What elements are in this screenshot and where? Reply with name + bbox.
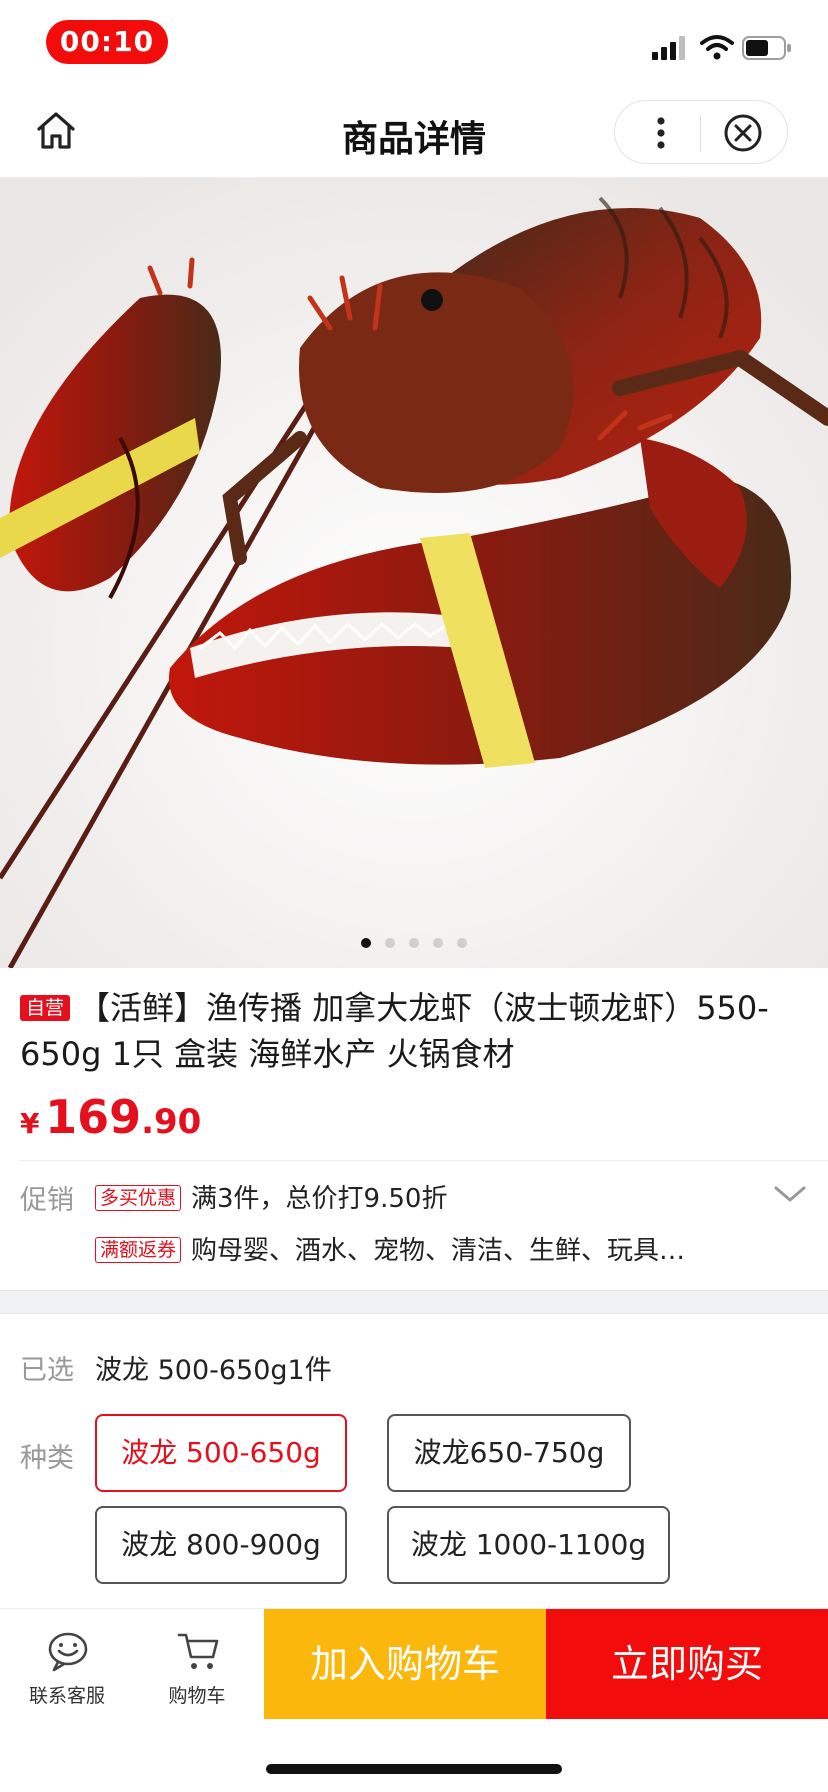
promotion-tag: 满额返券 [95,1237,182,1263]
section-gap [0,1290,828,1314]
promotion-row[interactable]: 满额返券 购母婴、酒水、宠物、清洁、生鲜、玩具… [95,1230,685,1267]
wifi-icon [700,35,734,60]
signal-icon [652,36,685,60]
product-title-block: 自营 【活鲜】渔传播 加拿大龙虾（波士顿龙虾）550-650g 1只 盒装 海鲜水… [20,985,810,1077]
status-time: 00:10 [46,20,168,64]
option-bolong-800-900[interactable]: 波龙 800-900g [95,1506,347,1584]
option-bolong-650-750[interactable]: 波龙650-750g [387,1414,631,1492]
promotion-text: 购母婴、酒水、宠物、清洁、生鲜、玩具… [191,1236,686,1266]
price-integer: 169 [45,1090,142,1144]
cart-icon [177,1633,219,1669]
pager-dot[interactable] [361,938,371,948]
product-title-text: 【活鲜】渔传播 加拿大龙虾（波士顿龙虾）550-650g 1只 盒装 海鲜水产 … [20,989,769,1073]
divider [20,1160,828,1161]
bottom-action-bar: 联系客服 购物车 加入购物车 立即购买 [0,1608,828,1719]
capsule-divider [700,115,701,151]
pager-dot[interactable] [409,938,419,948]
battery-icon [742,36,791,60]
option-bolong-1000-1100[interactable]: 波龙 1000-1100g [387,1506,670,1584]
lobster-photo [0,178,828,968]
chevron-down-icon[interactable] [772,1182,808,1206]
selected-value[interactable]: 波龙 500-650g1件 [95,1348,332,1387]
mini-program-capsule [614,100,788,164]
customer-service-icon [48,1632,88,1672]
home-indicator [266,1764,562,1774]
promotion-text: 满3件，总价打9.50折 [191,1184,448,1214]
pager-dot[interactable] [385,938,395,948]
gallery-pager[interactable] [0,938,828,952]
self-operated-badge: 自营 [20,995,71,1021]
product-image[interactable] [0,178,828,968]
option-bolong-500-650[interactable]: 波龙 500-650g [95,1414,347,1492]
product-price: ¥ 169.90 [20,1090,201,1144]
add-to-cart-button[interactable]: 加入购物车 [264,1609,546,1719]
cart-button[interactable]: 购物车 [132,1609,262,1719]
pager-dot[interactable] [433,938,443,948]
product-title: 自营 【活鲜】渔传播 加拿大龙虾（波士顿龙虾）550-650g 1只 盒装 海鲜水… [20,985,810,1077]
selected-label: 已选 [20,1355,74,1386]
type-label: 种类 [20,1443,74,1474]
price-currency: ¥ [20,1107,40,1140]
customer-service-button[interactable]: 联系客服 [2,1609,132,1719]
promotion-row[interactable]: 多买优惠 满3件，总价打9.50折 [95,1178,447,1215]
cart-label: 购物车 [168,1685,226,1707]
more-icon[interactable] [641,113,681,153]
close-icon[interactable] [723,113,763,153]
price-decimal: .90 [141,1102,202,1142]
customer-service-label: 联系客服 [28,1685,105,1707]
status-bar: 00:10 [0,0,828,90]
pager-dot[interactable] [457,938,467,948]
promotion-label: 促销 [20,1185,74,1216]
promotion-tag: 多买优惠 [95,1185,182,1211]
nav-bar: 商品详情 [0,90,828,178]
buy-now-button[interactable]: 立即购买 [546,1609,828,1719]
